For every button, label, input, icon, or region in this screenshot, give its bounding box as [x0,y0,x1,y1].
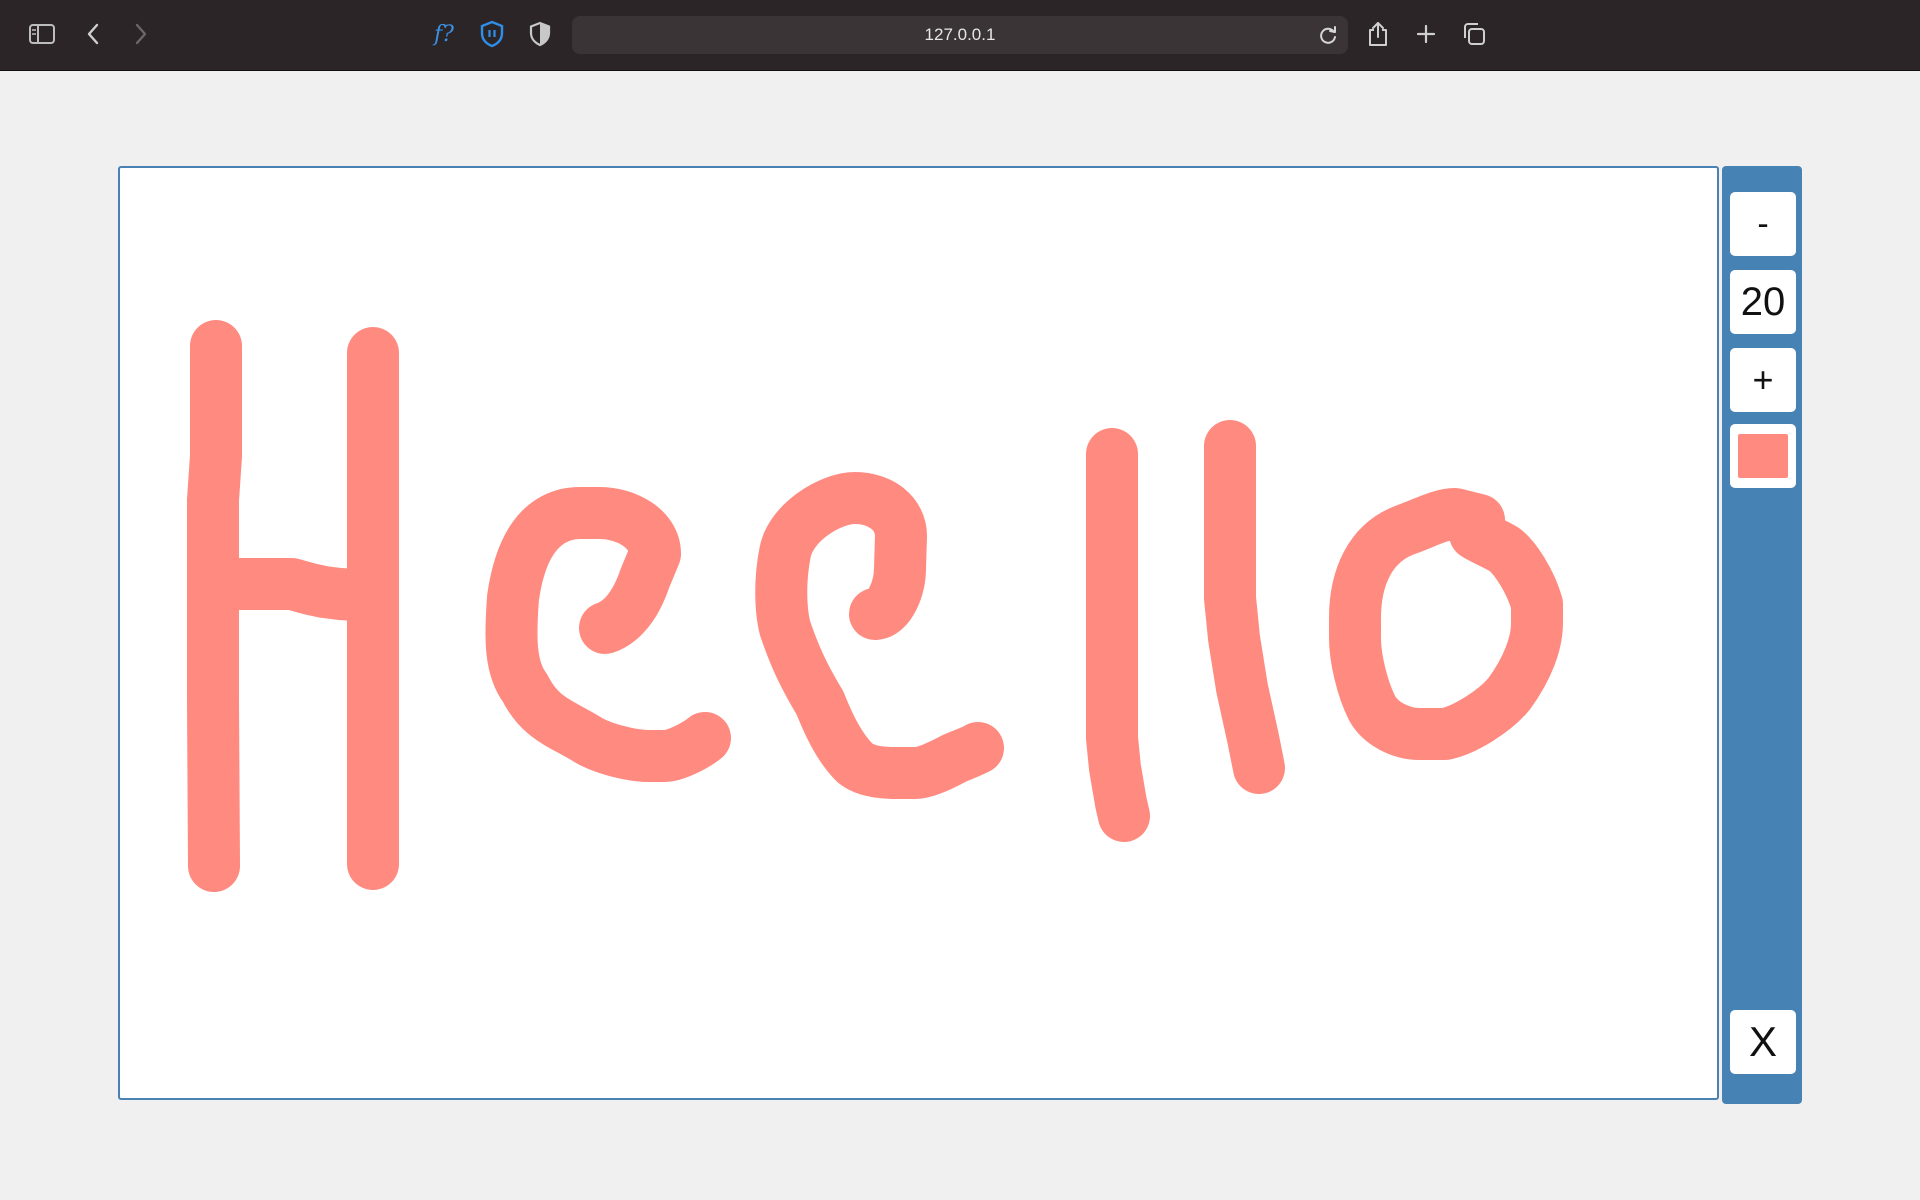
decrease-brush-size-button[interactable]: - [1730,192,1796,256]
tabs-overview-icon [1464,23,1485,45]
color-picker-button[interactable] [1730,424,1796,488]
sidebar-icon [29,24,55,44]
new-tab-button[interactable] [1408,14,1444,54]
close-label: X [1748,1018,1777,1065]
url-text: 127.0.0.1 [924,25,996,44]
privacy-shield-icon [480,20,504,48]
forward-button[interactable] [124,14,158,54]
sidebar-toggle-button[interactable] [22,14,62,54]
share-icon [1369,22,1387,46]
reload-button[interactable] [1316,23,1340,52]
tabs-overview-button[interactable] [1456,14,1492,54]
new-tab-icon [1416,24,1436,44]
half-shield-icon [529,21,551,47]
close-button[interactable]: X [1730,1010,1796,1074]
brush-size-display: 20 [1730,270,1796,334]
back-button[interactable] [76,14,110,54]
font-helper-button[interactable]: f? [424,14,464,54]
color-swatch [1738,434,1788,478]
decrease-label: - [1757,205,1769,243]
back-icon [87,23,99,45]
reload-icon [1320,26,1336,44]
address-bar[interactable]: 127.0.0.1 [572,16,1348,54]
brush-size-value: 20 [1740,280,1786,324]
drawing-canvas[interactable] [118,166,1719,1100]
forward-icon [135,23,147,45]
stroke-l1 [1086,428,1150,842]
stroke-h-bar [190,558,398,622]
privacy-shield-button[interactable] [474,14,510,54]
stroke-e1 [485,487,731,782]
stroke-o [1329,488,1563,760]
content-blocker-button[interactable] [522,14,558,54]
browser-toolbar: f? 127.0.0.1 [0,0,1920,71]
share-button[interactable] [1360,14,1396,54]
increase-brush-size-button[interactable]: + [1730,348,1796,412]
stroke-l2 [1204,420,1285,794]
increase-label: + [1752,359,1774,400]
brush-control-panel: - 20 + X [1722,166,1802,1104]
font-helper-icon: f? [434,21,454,47]
stroke-e2 [755,472,1004,799]
handwriting-strokes [187,320,1563,892]
